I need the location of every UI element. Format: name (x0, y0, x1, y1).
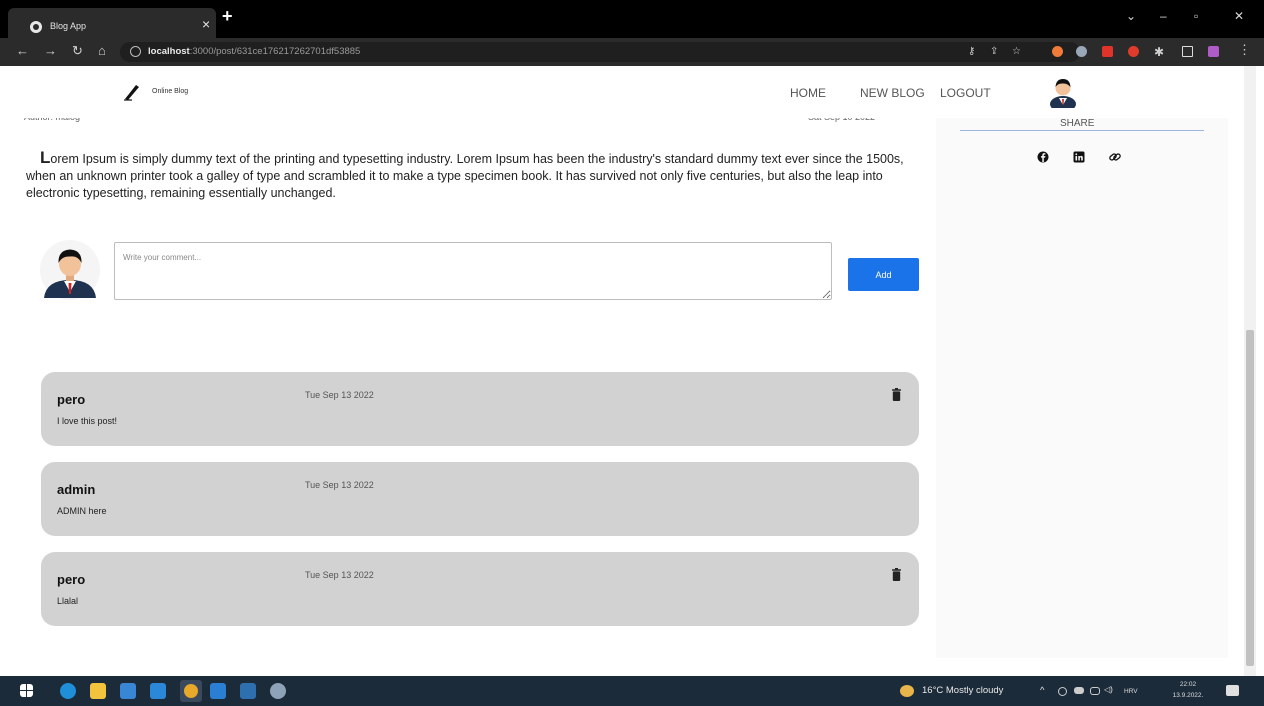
add-comment-button[interactable]: Add (848, 258, 919, 291)
app-icon[interactable] (240, 683, 256, 699)
edge-icon[interactable] (60, 683, 76, 699)
windows-start-icon[interactable] (20, 684, 33, 697)
weather-text[interactable]: 16°C Mostly cloudy (922, 685, 1003, 696)
minimize-button[interactable]: – (1160, 9, 1167, 23)
weather-icon[interactable] (900, 685, 914, 697)
profile-icon[interactable] (1208, 46, 1219, 57)
browser-tab-bar: Blog App × + ⌄ – ▫ ✕ (0, 0, 1264, 38)
site-info-icon[interactable] (130, 46, 141, 57)
scrollbar-thumb[interactable] (1246, 330, 1254, 666)
comment-input[interactable] (114, 242, 832, 300)
comment-text: Llalal (57, 596, 79, 606)
store-icon[interactable] (120, 683, 136, 699)
site-navbar: Online Blog HOME NEW BLOG LOGOUT (0, 66, 1244, 118)
browser-tab[interactable]: Blog App × (8, 8, 216, 38)
comment-text: I love this post! (57, 416, 118, 426)
tab-close-icon[interactable]: × (202, 17, 210, 31)
extension-icon[interactable] (1128, 46, 1139, 57)
pen-logo-icon[interactable] (122, 82, 142, 102)
battery-icon[interactable] (1074, 687, 1084, 694)
clock-date[interactable]: 13.9.2022. (1166, 692, 1210, 699)
page-viewport: Online Blog HOME NEW BLOG LOGOUT Author:… (0, 66, 1264, 676)
language-indicator[interactable]: HRV (1124, 688, 1138, 695)
post-body: Lorem Ipsum is simply dummy text of the … (26, 148, 904, 200)
globe-icon (30, 21, 42, 33)
share-sidebar: SHARE (936, 118, 1228, 658)
tab-search-icon[interactable]: ⌄ (1126, 9, 1136, 23)
nav-home-link[interactable]: HOME (790, 86, 826, 100)
home-icon[interactable]: ⌂ (98, 44, 106, 58)
tray-chevron-icon[interactable]: ^ (1040, 685, 1044, 696)
comment-card: pero Tue Sep 13 2022 Llalal (41, 552, 919, 626)
trash-icon[interactable] (892, 568, 901, 581)
chrome-icon[interactable] (184, 684, 198, 698)
back-icon[interactable]: ← (16, 44, 29, 58)
clock-time[interactable]: 22:02 (1168, 681, 1208, 688)
menu-icon[interactable]: ⋮ (1238, 43, 1251, 57)
file-explorer-icon[interactable] (90, 683, 106, 699)
user-avatar[interactable] (1046, 74, 1080, 108)
reload-icon[interactable]: ↻ (72, 44, 83, 58)
comment-author: pero (57, 392, 86, 407)
volume-icon[interactable]: ◁) (1104, 685, 1113, 694)
close-window-button[interactable]: ✕ (1234, 9, 1244, 23)
vscode-icon[interactable] (210, 683, 226, 699)
comment-date: Tue Sep 13 2022 (305, 390, 374, 400)
new-tab-button[interactable]: + (222, 7, 233, 25)
comment-card: pero Tue Sep 13 2022 I love this post! (41, 372, 919, 446)
brand-name[interactable]: Online Blog (152, 88, 188, 95)
facebook-icon[interactable] (1036, 150, 1050, 164)
puzzle-icon[interactable]: ✱ (1154, 45, 1164, 59)
address-bar[interactable]: localhost:3000/post/631ce176217262701df5… (120, 42, 1080, 62)
extension-icon[interactable] (1052, 46, 1063, 57)
os-taskbar: 16°C Mostly cloudy ^ ◁) HRV 22:02 13.9.2… (0, 676, 1264, 706)
bookmark-star-icon[interactable]: ☆ (1012, 45, 1021, 59)
comment-author: admin (57, 482, 96, 497)
notifications-icon[interactable] (1226, 685, 1239, 696)
comment-author: pero (57, 572, 86, 587)
linkedin-icon[interactable] (1072, 150, 1086, 164)
sidebar-panel-icon[interactable] (1182, 46, 1193, 57)
tray-icon[interactable] (1058, 687, 1067, 696)
app-icon[interactable] (270, 683, 286, 699)
comment-date: Tue Sep 13 2022 (305, 480, 374, 490)
network-icon[interactable] (1090, 687, 1100, 695)
acrobat-icon[interactable] (1102, 46, 1113, 57)
mail-icon[interactable] (150, 683, 166, 699)
comment-date: Tue Sep 13 2022 (305, 570, 374, 580)
nav-logout-link[interactable]: LOGOUT (940, 86, 991, 100)
share-title: SHARE (1060, 118, 1095, 129)
extension-icon[interactable] (1076, 46, 1087, 57)
browser-toolbar: ← → ↻ ⌂ localhost:3000/post/631ce1762172… (0, 38, 1264, 66)
url-host: localhost (148, 46, 190, 57)
share-icon[interactable]: ⇪ (990, 45, 998, 59)
share-divider (960, 130, 1204, 131)
comment-text: ADMIN here (57, 506, 107, 516)
trash-icon[interactable] (892, 388, 901, 401)
comment-card: admin Tue Sep 13 2022 ADMIN here (41, 462, 919, 536)
key-icon[interactable]: ⚷ (968, 45, 975, 59)
url-path: :3000/post/631ce176217262701df53885 (189, 46, 361, 57)
url-text: localhost:3000/post/631ce176217262701df5… (148, 46, 360, 57)
link-icon[interactable] (1108, 150, 1122, 164)
commenter-avatar (40, 240, 100, 300)
nav-new-blog-link[interactable]: NEW BLOG (860, 86, 925, 100)
tab-title: Blog App (50, 21, 87, 31)
maximize-button[interactable]: ▫ (1194, 9, 1198, 23)
forward-icon[interactable]: → (44, 44, 57, 58)
